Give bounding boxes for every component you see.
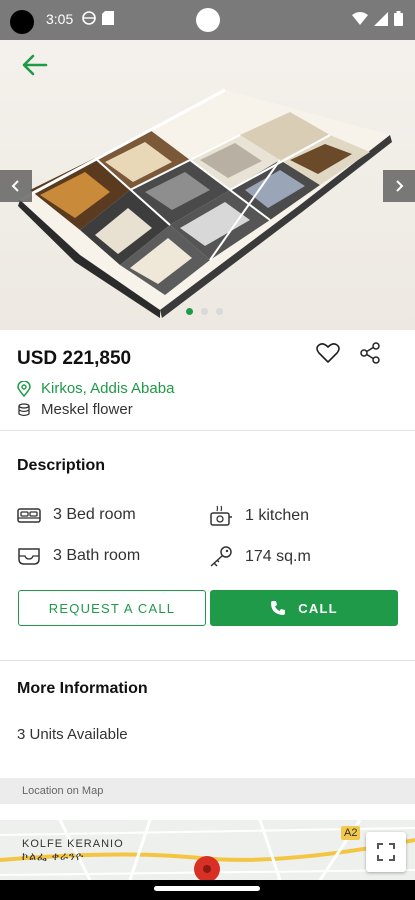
feature-label: 3 Bed room <box>53 506 136 523</box>
next-image-button[interactable] <box>383 170 415 202</box>
map-label-bar: Location on Map <box>0 778 415 804</box>
map-marker-icon[interactable] <box>194 856 220 880</box>
fullscreen-icon <box>377 843 395 861</box>
feature-bedrooms: 3 Bed room <box>17 505 136 525</box>
signal-icon <box>374 11 388 26</box>
floor-plan-image <box>18 88 392 318</box>
status-notification-icons <box>82 11 114 25</box>
heart-icon <box>316 343 340 363</box>
chevron-right-icon <box>396 180 404 192</box>
map-area-name: KOLFE KERANIO ኮልፌ ቀራንዮ <box>22 838 124 864</box>
building-stack-icon <box>18 402 30 416</box>
bath-icon <box>18 548 40 565</box>
key-icon <box>210 546 232 567</box>
back-button[interactable] <box>18 48 52 82</box>
map-area-name-local: ኮልፌ ቀራንዮ <box>22 851 85 863</box>
divider <box>0 430 415 431</box>
share-icon <box>360 342 380 364</box>
carousel-indicator <box>186 308 223 315</box>
building-name: Meskel flower <box>41 401 133 418</box>
location-row: Kirkos, Addis Ababa <box>17 380 174 397</box>
request-call-button[interactable]: REQUEST A CALL <box>18 590 206 626</box>
arrow-left-icon <box>22 54 48 76</box>
divider <box>0 660 415 661</box>
home-gesture-handle[interactable] <box>154 886 260 891</box>
kitchen-icon <box>210 505 232 526</box>
feature-area: 174 sq.m <box>209 546 311 568</box>
description-title: Description <box>17 457 106 474</box>
status-bar: 3:05 <box>0 0 415 40</box>
fullscreen-map-button[interactable] <box>366 832 406 872</box>
wifi-icon <box>352 11 368 25</box>
map-section-label: Location on Map <box>22 785 104 797</box>
call-label: CALL <box>298 600 338 616</box>
road-badge: A2 <box>341 826 361 840</box>
battery-icon <box>394 11 403 26</box>
feature-label: 1 kitchen <box>245 507 310 524</box>
listing-price: USD 221,850 <box>17 348 132 369</box>
previous-image-button[interactable] <box>0 170 32 202</box>
favorite-button[interactable] <box>316 342 340 364</box>
call-button[interactable]: CALL <box>210 590 398 626</box>
carousel-dot[interactable] <box>186 308 193 315</box>
camera-cutout <box>10 10 34 34</box>
feature-kitchen: 1 kitchen <box>209 505 309 527</box>
building-row: Meskel flower <box>17 401 133 418</box>
location-pin-icon <box>17 380 31 397</box>
front-camera <box>196 8 220 32</box>
vpn-icon <box>82 11 96 25</box>
bed-icon <box>17 508 41 523</box>
carousel-dot[interactable] <box>201 308 208 315</box>
carousel-dot[interactable] <box>216 308 223 315</box>
sd-card-icon <box>102 11 114 25</box>
status-time: 3:05 <box>46 11 74 27</box>
map-area-name-latin: KOLFE KERANIO <box>22 838 124 850</box>
share-button[interactable] <box>358 341 382 365</box>
phone-icon <box>271 601 286 615</box>
chevron-left-icon <box>11 180 19 192</box>
feature-label: 174 sq.m <box>245 548 311 565</box>
feature-bathrooms: 3 Bath room <box>17 546 140 566</box>
status-system-icons <box>352 11 403 26</box>
location-map[interactable]: KOLFE KERANIO ኮልፌ ቀራንዮ A2 <box>0 820 415 880</box>
more-info-title: More Information <box>17 680 148 697</box>
listing-location: Kirkos, Addis Ababa <box>41 380 175 397</box>
system-navigation-bar <box>0 880 415 900</box>
units-available: 3 Units Available <box>17 726 128 743</box>
property-image-carousel[interactable] <box>0 40 415 330</box>
request-call-label: REQUEST A CALL <box>48 600 176 616</box>
feature-label: 3 Bath room <box>53 547 141 564</box>
